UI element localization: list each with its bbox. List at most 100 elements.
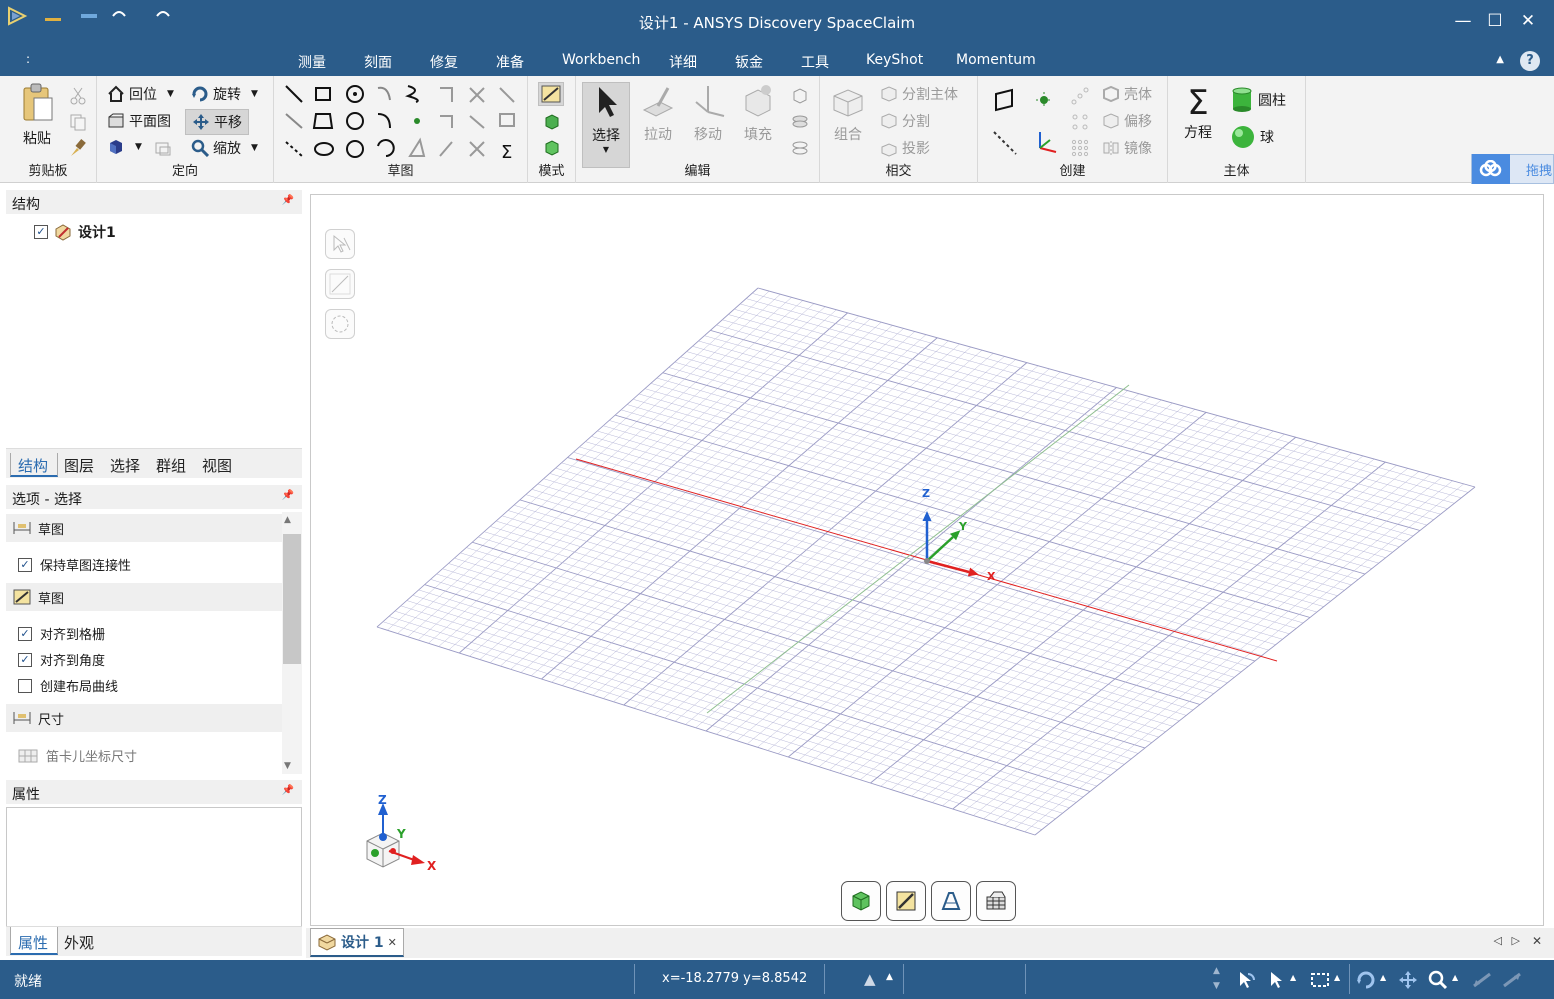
rotate-dropdown-icon[interactable]: ▼ bbox=[251, 89, 258, 99]
terrain-icon[interactable]: ▲ bbox=[864, 970, 876, 988]
pin-icon[interactable]: 📌 bbox=[282, 195, 294, 206]
pan-button[interactable]: 平移 bbox=[185, 109, 249, 135]
home-button[interactable]: 回位 ▼ bbox=[107, 84, 174, 104]
tab-prepare[interactable]: 准备 bbox=[496, 52, 524, 72]
drag-badge[interactable]: 拖拽 bbox=[1471, 154, 1554, 184]
tree-root-item[interactable]: ✓ 设计1 bbox=[34, 222, 116, 242]
tab-properties[interactable]: 属性 bbox=[18, 932, 48, 953]
options-section-dimension[interactable]: 尺寸 bbox=[6, 704, 282, 732]
section-mode-viewport-button[interactable] bbox=[931, 881, 971, 921]
pin-icon[interactable]: 📌 bbox=[282, 490, 294, 501]
box-select-dropdown-icon[interactable]: ▲ bbox=[1334, 973, 1340, 982]
pattern-diag-icon[interactable] bbox=[1070, 86, 1090, 106]
section-mode-icon[interactable] bbox=[542, 112, 562, 132]
copy-icon[interactable] bbox=[68, 112, 88, 132]
previous-view-icon[interactable] bbox=[1472, 970, 1492, 990]
paste-button[interactable]: 粘贴 bbox=[14, 82, 60, 148]
rotate-button[interactable]: 旋转 ▼ bbox=[191, 84, 258, 104]
next-view-icon[interactable] bbox=[1502, 970, 1522, 990]
maximize-button[interactable]: ☐ bbox=[1481, 8, 1509, 34]
pin-icon[interactable]: 📌 bbox=[282, 785, 294, 796]
select-dropdown-icon[interactable]: ▼ bbox=[583, 145, 629, 154]
option-keep-sketch-connectivity[interactable]: ✓ 保持草图连接性 bbox=[18, 555, 131, 574]
format-painter-icon[interactable] bbox=[68, 138, 88, 158]
blend-icon[interactable] bbox=[790, 86, 810, 106]
select-pointer-icon[interactable] bbox=[1266, 970, 1286, 990]
plane-view-button[interactable] bbox=[976, 881, 1016, 921]
sphere-button[interactable]: 球 bbox=[1230, 124, 1274, 150]
tab-workbench[interactable]: Workbench bbox=[562, 52, 640, 68]
option-create-layout-curves[interactable]: 创建布局曲线 bbox=[18, 676, 118, 695]
view-snapshot-icon[interactable] bbox=[153, 138, 173, 158]
home-dropdown-icon[interactable]: ▼ bbox=[167, 89, 174, 99]
fill-button[interactable]: 填充 bbox=[736, 82, 780, 144]
pattern-grid-icon[interactable] bbox=[1070, 112, 1090, 132]
select-rotate-icon[interactable] bbox=[1236, 970, 1256, 990]
axis-line-icon[interactable] bbox=[992, 130, 1018, 156]
view-dropdown-icon[interactable]: ▼ bbox=[135, 142, 142, 152]
scrollbar-thumb[interactable] bbox=[283, 534, 301, 664]
options-section-sketch-2[interactable]: 草图 bbox=[6, 583, 282, 611]
checkbox-create-layout-curves[interactable] bbox=[18, 678, 32, 693]
option-snap-to-grid[interactable]: ✓ 对齐到格栅 bbox=[18, 624, 105, 643]
shell-button[interactable]: 壳体 bbox=[1102, 84, 1152, 104]
combine-button[interactable]: 组合 bbox=[826, 84, 870, 144]
split-button[interactable]: 分割 bbox=[880, 111, 930, 131]
tab-views[interactable]: 视图 bbox=[202, 455, 232, 476]
tab-momentum[interactable]: Momentum bbox=[956, 52, 1036, 68]
rotate-view-dropdown-icon[interactable]: ▲ bbox=[1380, 973, 1386, 982]
tabs-prev-icon[interactable]: ◁ bbox=[1494, 934, 1502, 947]
plane-icon[interactable] bbox=[992, 88, 1016, 112]
rotate-view-icon[interactable] bbox=[1356, 970, 1376, 990]
tab-groups[interactable]: 群组 bbox=[156, 455, 186, 476]
3d-mode-icon[interactable] bbox=[542, 138, 562, 158]
tab-facets[interactable]: 刻面 bbox=[364, 52, 392, 72]
tab-selection[interactable]: 选择 bbox=[110, 455, 140, 476]
tree-root-checkbox[interactable]: ✓ bbox=[34, 225, 48, 239]
doc-tab-design1[interactable]: 设计 1 ✕ bbox=[310, 928, 404, 957]
stack-icon[interactable] bbox=[790, 138, 810, 158]
collapse-ribbon-icon[interactable]: ▲ bbox=[1496, 54, 1504, 65]
cut-icon[interactable] bbox=[68, 86, 88, 106]
tab-sheet-metal[interactable]: 钣金 bbox=[735, 52, 763, 72]
checkbox-snap-to-grid[interactable]: ✓ bbox=[18, 626, 32, 641]
move-button[interactable]: 移动 bbox=[686, 82, 730, 144]
design-viewport[interactable]: Z Y X Z Y X bbox=[310, 194, 1544, 926]
tab-tools[interactable]: 工具 bbox=[801, 52, 829, 72]
plan-view-button[interactable]: 平面图 bbox=[107, 111, 171, 131]
close-button[interactable]: ✕ bbox=[1514, 8, 1542, 34]
select-dropdown-icon[interactable]: ▲ bbox=[1290, 973, 1296, 982]
mirror-button[interactable]: 镜像 bbox=[1102, 138, 1152, 158]
terrain-dropdown-icon[interactable]: ▲ bbox=[886, 972, 893, 982]
tab-layers[interactable]: 图层 bbox=[64, 455, 94, 476]
view-cube-button[interactable]: ▼ bbox=[107, 138, 142, 156]
option-cartesian-dimension[interactable]: 笛卡儿坐标尺寸 bbox=[18, 746, 137, 765]
zoom-button[interactable]: 缩放 ▼ bbox=[191, 138, 258, 158]
scroll-arrows-icon[interactable]: ▲ ▼ bbox=[1213, 964, 1220, 994]
select-tool-button[interactable] bbox=[325, 229, 355, 259]
checkbox-keep-sketch-connectivity[interactable]: ✓ bbox=[18, 557, 32, 572]
tab-detail[interactable]: 详细 bbox=[669, 52, 697, 72]
3d-mode-button[interactable] bbox=[841, 881, 881, 921]
checkbox-snap-to-angle[interactable]: ✓ bbox=[18, 652, 32, 667]
scroll-down-icon[interactable]: ▼ bbox=[284, 761, 291, 771]
pull-button[interactable]: 拉动 bbox=[636, 82, 680, 144]
file-tab-marker[interactable]: : bbox=[26, 52, 30, 66]
tab-repair[interactable]: 修复 bbox=[430, 52, 458, 72]
doc-tab-close-icon[interactable]: ✕ bbox=[388, 936, 397, 949]
sketch-mode-button[interactable] bbox=[538, 82, 564, 106]
tabs-next-icon[interactable]: ▷ bbox=[1512, 934, 1520, 947]
origin-icon[interactable] bbox=[1032, 130, 1058, 156]
point-icon[interactable] bbox=[1034, 90, 1054, 110]
arc-tool-button[interactable] bbox=[325, 309, 355, 339]
equation-button[interactable]: Σ 方程 bbox=[1178, 84, 1218, 142]
help-button[interactable]: ? bbox=[1520, 51, 1540, 71]
minimize-button[interactable]: — bbox=[1449, 8, 1477, 34]
offset-button[interactable]: 偏移 bbox=[1102, 111, 1152, 131]
options-scrollbar[interactable]: ▲ ▼ bbox=[282, 512, 302, 774]
tab-appearance[interactable]: 外观 bbox=[64, 932, 94, 953]
pan-view-icon[interactable] bbox=[1398, 970, 1418, 990]
scroll-up-icon[interactable]: ▲ bbox=[284, 515, 291, 525]
sketch-mode-viewport-button[interactable] bbox=[886, 881, 926, 921]
zoom-dropdown-icon[interactable]: ▼ bbox=[251, 143, 258, 153]
